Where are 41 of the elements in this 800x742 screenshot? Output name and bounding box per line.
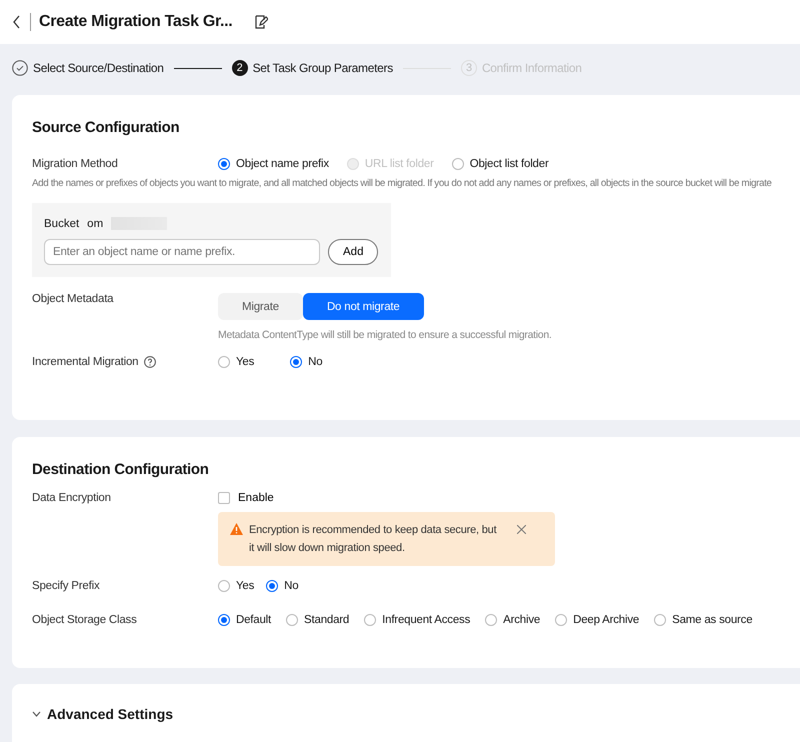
enable-checkbox[interactable]: Enable	[218, 492, 274, 504]
radio-option[interactable]: No	[266, 580, 298, 592]
section-title: Destination Configuration	[32, 461, 210, 478]
edit-icon[interactable]	[254, 15, 268, 29]
radio-option[interactable]: Yes	[218, 356, 254, 368]
radio-option[interactable]: Same as source	[654, 614, 752, 626]
field-label: Migration Method	[32, 158, 119, 170]
bucket-label: Bucket	[44, 218, 80, 230]
segment-button[interactable]: Do not migrate	[302, 293, 424, 320]
warning-icon	[230, 523, 243, 535]
field-label: Specify Prefix	[32, 580, 101, 592]
step-label: Set Task Group Parameters	[252, 61, 393, 75]
add-button[interactable]: Add	[328, 239, 378, 265]
advanced-settings-toggle[interactable]: Advanced Settings	[32, 706, 174, 722]
radio-option[interactable]: Default	[218, 614, 272, 626]
radio-option[interactable]: Archive	[485, 614, 540, 626]
radio-option[interactable]: Infrequent Access	[364, 614, 470, 626]
field-label: Object Storage Class	[32, 614, 138, 626]
field-label: Data Encryption	[32, 492, 112, 504]
hint-text: Metadata ContentType will still be migrated to ensure a successful migration.	[218, 329, 552, 341]
step-number: 2	[232, 60, 248, 76]
radio-option[interactable]: Yes	[218, 580, 254, 592]
segment-button[interactable]: Migrate	[218, 293, 303, 320]
radio-option[interactable]: Object name prefix	[218, 158, 329, 170]
step-label: Select Source/Destination	[33, 61, 164, 75]
radio-option[interactable]: Object list folder	[452, 158, 549, 170]
bucket-name: om	[87, 218, 104, 230]
description-text: Add the names or prefixes of objects you want to migrate, and all matched objects will be migrated. If you do not add any names or prefixes, all objects in the source bucket will be migrate	[32, 178, 773, 189]
radio-option[interactable]: Standard	[286, 614, 350, 626]
field-label: Object Metadata	[32, 293, 114, 305]
prefix-input[interactable]: Enter an object name or name prefix.	[44, 239, 320, 265]
warning-text: Encryption is recommended to keep data secure, but it will slow down migration speed.	[249, 523, 498, 556]
chevron-down-icon	[32, 711, 41, 717]
page-title: Create Migration Task Gr...	[39, 13, 232, 31]
section-title: Source Configuration	[32, 119, 180, 136]
help-icon[interactable]	[144, 356, 156, 368]
back-icon[interactable]	[12, 15, 22, 29]
radio-option[interactable]: No	[290, 356, 322, 368]
close-icon[interactable]	[517, 525, 526, 534]
field-label: Incremental Migration	[32, 356, 138, 368]
radio-option[interactable]: Deep Archive	[555, 614, 640, 626]
